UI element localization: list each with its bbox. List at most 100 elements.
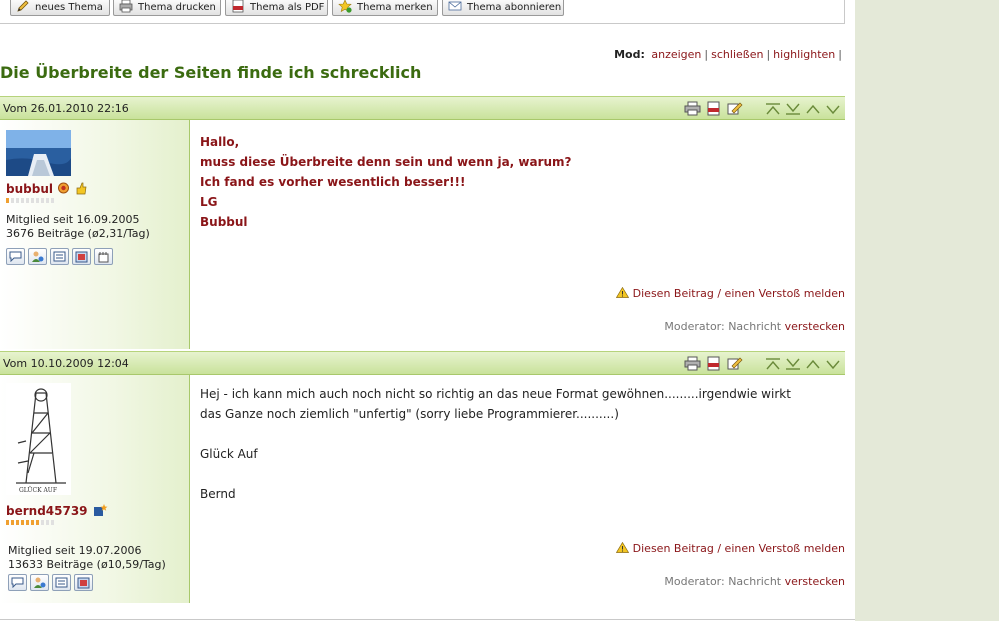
print-thread-button[interactable]: Thema drucken	[113, 0, 221, 16]
print-post-icon[interactable]	[684, 101, 701, 116]
guestbook-button[interactable]	[94, 248, 113, 265]
pdf-post-icon[interactable]	[705, 101, 722, 116]
username[interactable]: bernd45739	[6, 503, 108, 518]
message-button[interactable]	[6, 248, 25, 265]
subscribe-thread-button[interactable]: Thema abonnieren	[442, 0, 564, 16]
gallery-button[interactable]	[74, 574, 93, 591]
subscribe-thread-label: Thema abonnieren	[467, 1, 562, 13]
message-line: Ich fand es vorher wesentlich besser!!!	[200, 175, 466, 189]
pdf-icon	[232, 0, 244, 13]
author-sidebar: GLÜCK AUF bernd45739 Mitglied seit 19.07…	[0, 375, 190, 603]
rank-bar	[6, 198, 54, 203]
next-post-arrow-icon[interactable]	[825, 103, 841, 115]
pencil-icon	[17, 0, 29, 12]
user-add-icon	[32, 251, 44, 262]
add-friend-button[interactable]	[30, 574, 49, 591]
moderator-note-text: Moderator: Nachricht	[664, 320, 782, 333]
previous-post-arrow-icon[interactable]	[805, 358, 821, 370]
previous-post-arrow-icon[interactable]	[805, 103, 821, 115]
moderator-actions: Mod: anzeigen | schließen | highlighten |	[614, 48, 842, 61]
rank-segment	[21, 520, 24, 525]
gallery-button[interactable]	[72, 248, 91, 265]
guestbook-icon	[98, 251, 109, 262]
rank-segment	[6, 198, 9, 203]
profile-button[interactable]	[50, 248, 69, 265]
first-post-arrow-icon[interactable]	[765, 103, 781, 115]
mod-close-link[interactable]: schließen	[711, 48, 763, 61]
report-label: Diesen Beitrag / einen Verstoß melden	[632, 287, 845, 300]
message-line	[200, 424, 791, 444]
username[interactable]: bubbul	[6, 182, 87, 196]
new-thread-button[interactable]: neues Thema	[10, 0, 110, 16]
bookmark-thread-button[interactable]: Thema merken	[332, 0, 438, 16]
quote-post-icon[interactable]	[726, 356, 743, 371]
quote-post-icon[interactable]	[726, 101, 743, 116]
pdf-thread-button[interactable]: Thema als PDF	[225, 0, 328, 16]
gallery-icon	[75, 251, 88, 262]
post-navigation	[765, 103, 841, 115]
mod-highlight-link[interactable]: highlighten	[773, 48, 835, 61]
right-background-panel	[855, 0, 999, 621]
forum-page: neues Thema Thema drucken Thema als PDF …	[0, 0, 855, 621]
report-post-link[interactable]: Diesen Beitrag / einen Verstoß melden	[615, 287, 845, 300]
user-actions	[6, 248, 113, 265]
message-line: Glück Auf	[200, 447, 258, 461]
hide-post-link[interactable]: verstecken	[785, 575, 845, 588]
divider	[0, 619, 855, 620]
next-post-arrow-icon[interactable]	[825, 358, 841, 370]
post-message: Hej - ich kann mich auch noch nicht so r…	[200, 384, 791, 504]
user-stats: Mitglied seit 19.07.2006 13633 Beiträge …	[8, 544, 166, 572]
report-post-link[interactable]: Diesen Beitrag / einen Verstoß melden	[615, 542, 845, 555]
rank-segment	[36, 520, 39, 525]
rank-segment	[16, 198, 19, 203]
printer-icon	[119, 0, 133, 13]
message-line: muss diese Überbreite denn sein und wenn…	[200, 155, 572, 169]
rank-segment	[11, 520, 14, 525]
last-post-arrow-icon[interactable]	[785, 358, 801, 370]
pdf-thread-label: Thema als PDF	[250, 1, 325, 13]
message-line: Hallo,	[200, 135, 240, 149]
post-tools	[684, 356, 743, 371]
mod-label: Mod:	[614, 48, 645, 61]
rank-segment	[41, 520, 44, 525]
separator: |	[838, 48, 842, 61]
rank-segment	[51, 198, 54, 203]
last-post-arrow-icon[interactable]	[785, 103, 801, 115]
hide-post-link[interactable]: verstecken	[785, 320, 845, 333]
badge-icon	[93, 504, 108, 516]
message-line: Bubbul	[200, 215, 248, 229]
pdf-post-icon[interactable]	[705, 356, 722, 371]
post-tools	[684, 101, 743, 116]
rank-segment	[31, 520, 34, 525]
profile-card-icon	[53, 251, 66, 262]
post-count: 13633 Beiträge (ø10,59/Tag)	[8, 558, 166, 571]
user-avatar[interactable]	[6, 130, 71, 176]
speech-bubble-icon	[11, 577, 24, 588]
message-line: Bernd	[200, 487, 236, 501]
print-post-icon[interactable]	[684, 356, 701, 371]
profile-button[interactable]	[52, 574, 71, 591]
post-date: Vom 26.01.2010 22:16	[3, 102, 129, 115]
post-body: Hallo, muss diese Überbreite denn sein u…	[200, 120, 845, 349]
gallery-icon	[77, 577, 90, 588]
rank-segment	[31, 198, 34, 203]
user-add-icon	[34, 577, 46, 588]
post-header: Vom 10.10.2009 12:04	[0, 351, 845, 375]
award-icon	[58, 182, 70, 194]
new-thread-label: neues Thema	[35, 1, 103, 13]
first-post-arrow-icon[interactable]	[765, 358, 781, 370]
report-label: Diesen Beitrag / einen Verstoß melden	[632, 542, 845, 555]
mod-show-link[interactable]: anzeigen	[651, 48, 701, 61]
warning-icon	[615, 287, 629, 298]
message-button[interactable]	[8, 574, 27, 591]
bookmark-thread-label: Thema merken	[357, 1, 433, 13]
username-text: bernd45739	[6, 504, 88, 518]
envelope-icon	[448, 1, 462, 11]
user-actions	[8, 574, 93, 591]
post-header: Vom 26.01.2010 22:16	[0, 96, 845, 120]
rank-segment	[51, 520, 54, 525]
author-sidebar: bubbul Mitglied seit 16.09.2005 3676 Bei…	[0, 120, 190, 349]
add-friend-button[interactable]	[28, 248, 47, 265]
thread-toolbar: neues Thema Thema drucken Thema als PDF …	[0, 0, 845, 24]
user-avatar[interactable]: GLÜCK AUF	[6, 383, 71, 495]
